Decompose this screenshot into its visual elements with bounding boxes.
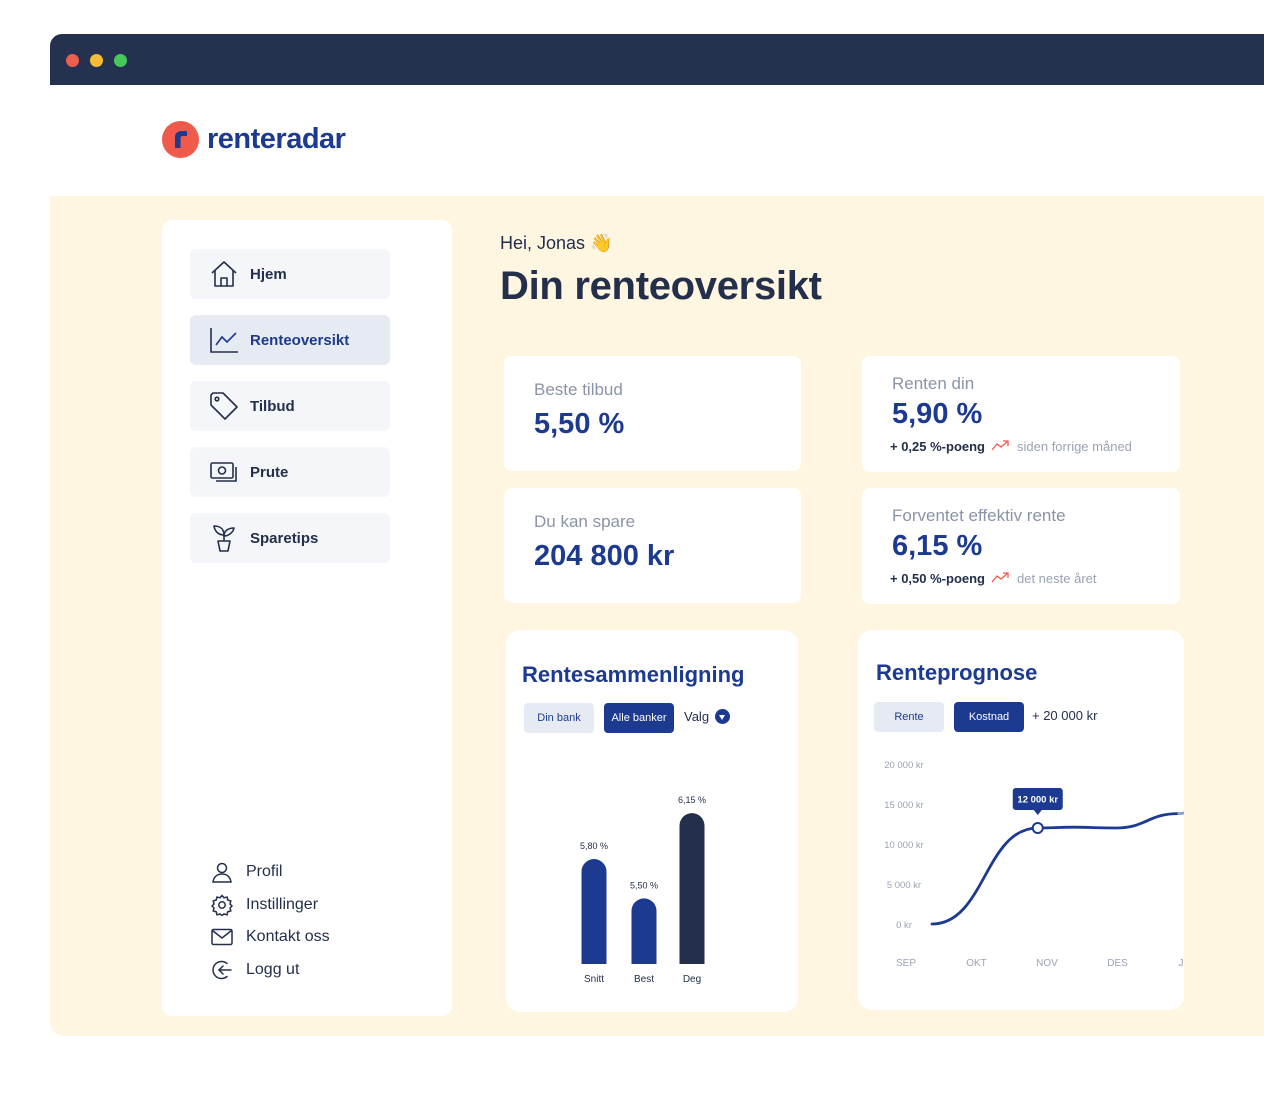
trend-up-icon bbox=[991, 439, 1011, 454]
contact-link[interactable]: Kontakt oss bbox=[210, 921, 330, 954]
sidebar-item-label: Hjem bbox=[250, 265, 287, 283]
best-offer-value: 5,50 % bbox=[534, 408, 625, 440]
your-rate-label: Renten din bbox=[892, 374, 975, 393]
sidebar: Hjem Renteoversikt Tilbud Prute Sparetip… bbox=[162, 220, 452, 1016]
y-tick-label: 5 000 kr bbox=[887, 880, 921, 891]
profile-label: Profil bbox=[246, 863, 283, 881]
savings-label: Du kan spare bbox=[534, 512, 636, 531]
trend-up-icon bbox=[991, 571, 1011, 586]
forecast-line-chart: 0 kr 5 000 kr 10 000 kr 15 000 kr 20 000 kr S… bbox=[884, 760, 1184, 969]
x-tick-label: SEP bbox=[896, 958, 916, 969]
savings-value: 204 800 kr bbox=[534, 540, 675, 572]
forecast-line bbox=[930, 812, 1181, 926]
window-titlebar bbox=[50, 34, 1264, 85]
x-tick-label: DES bbox=[1107, 958, 1128, 969]
y-tick-label: 20 000 kr bbox=[884, 760, 924, 771]
expected-rate-card: Forventet effektiv rente 6,15 % + 0,50 %… bbox=[862, 488, 1180, 604]
expected-rate-label: Forventet effektiv rente bbox=[892, 506, 1066, 525]
your-rate-delta-value: + 0,25 %-poeng bbox=[890, 439, 985, 454]
x-tick-label: Deg bbox=[683, 974, 701, 985]
bar-value-label: 5,50 % bbox=[630, 880, 658, 890]
user-icon bbox=[210, 860, 234, 884]
sidebar-item-renteoversikt[interactable]: Renteoversikt bbox=[190, 315, 390, 365]
minimize-window-button[interactable] bbox=[90, 54, 103, 67]
your-rate-value: 5,90 % bbox=[892, 398, 983, 430]
close-window-button[interactable] bbox=[66, 54, 79, 67]
bar-best bbox=[631, 898, 657, 964]
x-tick-label: Best bbox=[634, 974, 654, 985]
home-icon bbox=[208, 258, 240, 290]
bar-deg bbox=[679, 813, 705, 964]
page-title: Din renteoversikt bbox=[500, 264, 822, 308]
tag-icon bbox=[208, 390, 240, 422]
mail-icon bbox=[210, 925, 234, 949]
your-rate-delta-note: siden forrige måned bbox=[1017, 439, 1132, 454]
plant-icon bbox=[208, 522, 240, 554]
expected-rate-value: 6,15 % bbox=[892, 530, 983, 562]
gear-icon bbox=[210, 893, 234, 917]
chart-line-icon bbox=[208, 324, 240, 356]
settings-label: Instillinger bbox=[246, 895, 319, 913]
brand-name: renteradar bbox=[207, 123, 346, 155]
savings-card: Du kan spare 204 800 kr bbox=[504, 488, 801, 603]
app-window: renteradar Hjem Renteoversikt Tilbud Pru… bbox=[50, 34, 1264, 1036]
app-header: renteradar bbox=[50, 85, 1264, 196]
expected-rate-delta: + 0,50 %-poeng det neste året bbox=[890, 571, 1097, 586]
tooltip-label: 12 000 kr bbox=[1017, 795, 1058, 806]
bar-snitt bbox=[581, 859, 607, 964]
select-label: Valg bbox=[684, 709, 710, 724]
your-rate-delta: + 0,25 %-poeng siden forrige måned bbox=[890, 439, 1132, 454]
bar-value-label: 6,15 % bbox=[678, 795, 706, 805]
expected-rate-delta-value: + 0,50 %-poeng bbox=[890, 571, 985, 586]
x-tick-label: JAN bbox=[1179, 958, 1184, 969]
comparison-title: Rentesammenligning bbox=[522, 662, 745, 687]
y-tick-label: 15 000 kr bbox=[884, 800, 924, 811]
y-tick-label: 0 kr bbox=[896, 920, 912, 931]
own-bank-button[interactable]: Din bank bbox=[524, 703, 594, 733]
sidebar-item-label: Prute bbox=[250, 463, 289, 481]
account-links: Profil Instillinger Kontakt oss Logg ut bbox=[210, 856, 330, 986]
sidebar-item-label: Sparetips bbox=[250, 529, 319, 547]
sidebar-item-hjem[interactable]: Hjem bbox=[190, 249, 390, 299]
chevron-down-icon bbox=[715, 709, 731, 724]
sidebar-item-label: Renteoversikt bbox=[250, 331, 350, 349]
profile-link[interactable]: Profil bbox=[210, 856, 330, 889]
expected-rate-delta-note: det neste året bbox=[1017, 571, 1097, 586]
settings-link[interactable]: Instillinger bbox=[210, 889, 330, 922]
tooltip-pointer bbox=[1033, 810, 1042, 815]
maximize-window-button[interactable] bbox=[114, 54, 127, 67]
sidebar-item-prute[interactable]: Prute bbox=[190, 447, 390, 497]
contact-label: Kontakt oss bbox=[246, 928, 330, 946]
logout-link[interactable]: Logg ut bbox=[210, 954, 330, 987]
all-banks-button[interactable]: Alle banker bbox=[604, 703, 674, 733]
logout-label: Logg ut bbox=[246, 960, 300, 978]
main-content: Hjem Renteoversikt Tilbud Prute Sparetip… bbox=[50, 196, 1264, 1036]
highlight-point bbox=[1031, 822, 1044, 834]
x-tick-label: OKT bbox=[966, 958, 987, 969]
logout-icon bbox=[210, 958, 234, 982]
best-offer-label: Beste tilbud bbox=[534, 380, 623, 399]
money-icon bbox=[208, 456, 240, 488]
x-tick-label: NOV bbox=[1036, 958, 1058, 969]
bar-value-label: 5,80 % bbox=[580, 841, 608, 851]
y-tick-label: 10 000 kr bbox=[884, 840, 924, 851]
best-offer-card: Beste tilbud 5,50 % bbox=[504, 356, 801, 471]
greeting: Hei, Jonas 👋 bbox=[500, 233, 613, 253]
forecast-line-dashed bbox=[1177, 811, 1184, 815]
forecast-card: Renteprognose Rente Kostnad + 20 000 kr … bbox=[858, 630, 1184, 1010]
x-tick-label: Snitt bbox=[584, 974, 604, 985]
logo[interactable]: renteradar bbox=[162, 121, 346, 158]
your-rate-card: Renten din 5,90 % + 0,25 %-poeng siden f… bbox=[862, 356, 1180, 472]
comparison-card: Rentesammenligning Din bank Alle banker … bbox=[506, 630, 798, 1012]
logo-mark-icon bbox=[162, 121, 199, 158]
sidebar-item-tilbud[interactable]: Tilbud bbox=[190, 381, 390, 431]
sidebar-item-label: Tilbud bbox=[250, 397, 295, 415]
select-dropdown[interactable]: Valg bbox=[684, 709, 731, 724]
sidebar-item-sparetips[interactable]: Sparetips bbox=[190, 513, 390, 563]
